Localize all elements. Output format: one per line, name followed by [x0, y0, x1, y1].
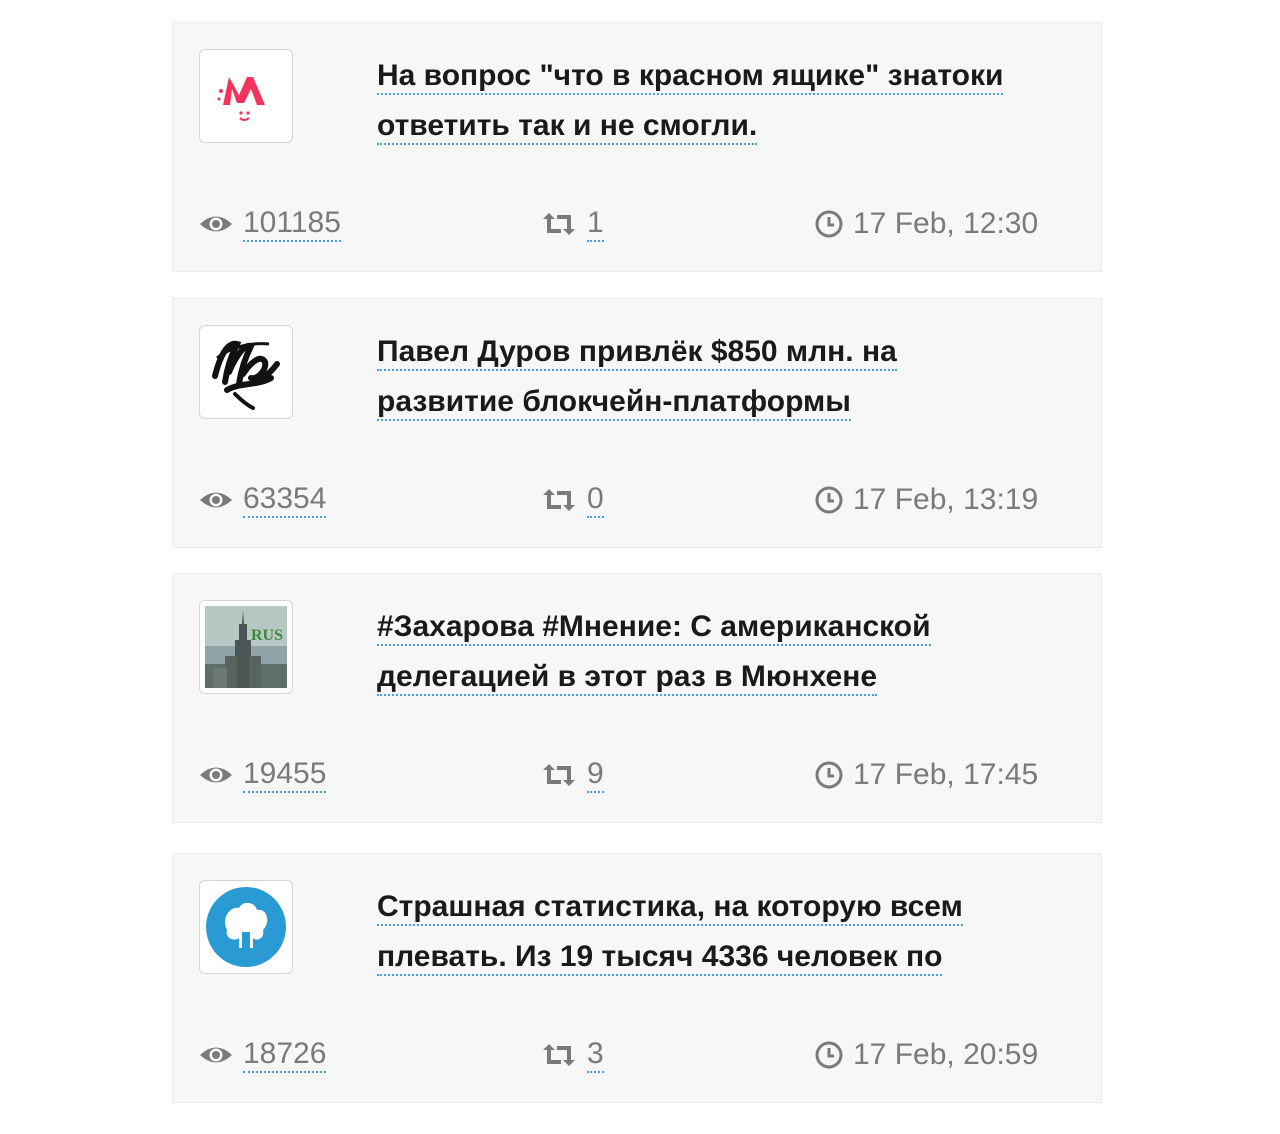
shares-count[interactable]: 0: [587, 482, 604, 518]
shares-stat: 9: [541, 752, 604, 798]
post-title-link[interactable]: На вопрос "что в красном ящике" знатоки …: [377, 59, 1004, 145]
post-date: 17 Feb, 17:45: [815, 752, 1038, 798]
retweet-icon: [543, 489, 575, 511]
views-stat: 63354: [199, 477, 327, 523]
post-card: Страшная статистика, на которую всем пле…: [172, 853, 1102, 1103]
mid-building-rus-logo-icon: RUS: [205, 606, 287, 688]
channel-avatar[interactable]: [199, 49, 293, 143]
shares-stat: 3: [541, 1032, 604, 1078]
date-text: 17 Feb, 13:19: [853, 483, 1039, 516]
post-card: Павел Дуров привлёк $850 млн. на развити…: [172, 298, 1102, 548]
clock-icon: [815, 761, 843, 789]
retweet-icon: [543, 1044, 575, 1066]
post-title-link[interactable]: #Захарова #Мнение: С американской делега…: [377, 610, 931, 696]
shares-stat: 0: [541, 477, 604, 523]
eye-icon: [200, 216, 232, 232]
channel-avatar[interactable]: [199, 325, 293, 419]
eye-icon: [200, 492, 232, 508]
mash-script-logo-icon: [212, 340, 280, 410]
views-stat: 19455: [199, 752, 327, 798]
views-count[interactable]: 18726: [243, 1037, 327, 1073]
post-card: RUS #Захарова #Мнение: С американской де…: [172, 573, 1102, 823]
post-title: #Захарова #Мнение: С американской делега…: [377, 602, 1017, 702]
views-stat: 18726: [199, 1032, 327, 1078]
date-text: 17 Feb, 17:45: [853, 758, 1039, 791]
blue-circle-logo-icon: [206, 887, 286, 967]
post-title: На вопрос "что в красном ящике" знатоки …: [377, 51, 1017, 151]
post-title: Павел Дуров привлёк $850 млн. на развити…: [377, 327, 1017, 427]
post-card: На вопрос "что в красном ящике" знатоки …: [172, 22, 1102, 272]
date-text: 17 Feb, 12:30: [853, 207, 1039, 240]
date-text: 17 Feb, 20:59: [853, 1038, 1039, 1071]
clock-icon: [815, 486, 843, 514]
post-title-link[interactable]: Павел Дуров привлёк $850 млн. на развити…: [377, 335, 897, 421]
retweet-icon: [543, 764, 575, 786]
eye-icon: [200, 767, 232, 783]
shares-count[interactable]: 3: [587, 1037, 604, 1073]
red-m-logo-icon: [217, 77, 265, 121]
shares-stat: 1: [541, 201, 604, 247]
post-title-link[interactable]: Страшная статистика, на которую всем пле…: [377, 890, 963, 976]
channel-avatar[interactable]: [199, 880, 293, 974]
clock-icon: [815, 210, 843, 238]
clock-icon: [815, 1041, 843, 1069]
post-title: Страшная статистика, на которую всем пле…: [377, 882, 1017, 982]
post-date: 17 Feb, 13:19: [815, 477, 1038, 523]
post-feed: На вопрос "что в красном ящике" знатоки …: [0, 0, 1280, 1134]
shares-count[interactable]: 1: [587, 206, 604, 242]
views-stat: 101185: [199, 201, 341, 247]
post-date: 17 Feb, 12:30: [815, 201, 1038, 247]
channel-avatar[interactable]: RUS: [199, 600, 293, 694]
post-date: 17 Feb, 20:59: [815, 1032, 1038, 1078]
avatar-label: RUS: [251, 627, 283, 644]
views-count[interactable]: 19455: [243, 757, 327, 793]
eye-icon: [200, 1047, 232, 1063]
shares-count[interactable]: 9: [587, 757, 604, 793]
views-count[interactable]: 63354: [243, 482, 327, 518]
views-count[interactable]: 101185: [243, 206, 341, 242]
retweet-icon: [543, 213, 575, 235]
